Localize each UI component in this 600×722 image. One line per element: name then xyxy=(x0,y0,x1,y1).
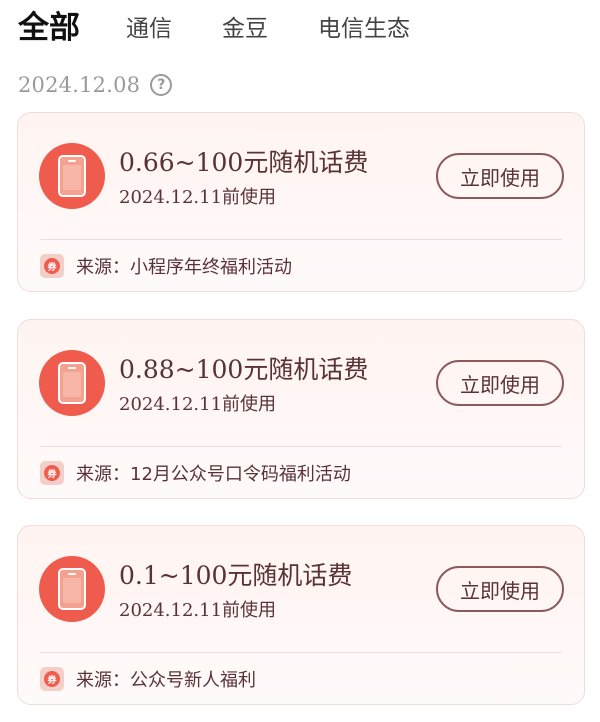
coupon-ticket-icon: 券 xyxy=(40,254,64,278)
coupon-title: 0.1~100元随机话费 xyxy=(119,561,353,590)
tab-telecom-ecosystem[interactable]: 电信生态 xyxy=(318,14,410,44)
card-divider xyxy=(40,652,562,653)
use-now-button[interactable]: 立即使用 xyxy=(436,153,564,199)
coupon-title: 0.66~100元随机话费 xyxy=(119,148,369,177)
card-divider xyxy=(40,446,562,447)
coupon-ticket-icon: 券 xyxy=(40,667,64,691)
phone-icon xyxy=(39,143,105,209)
use-now-button[interactable]: 立即使用 xyxy=(436,360,564,406)
coupon-expiry: 2024.12.11前使用 xyxy=(119,394,277,415)
tab-gold-beans[interactable]: 金豆 xyxy=(222,14,268,44)
tab-all[interactable]: 全部 xyxy=(18,10,80,46)
card-divider xyxy=(40,239,562,240)
phone-icon xyxy=(39,556,105,622)
coupon-source: 券 来源：小程序年终福利活动 xyxy=(40,252,292,280)
coupon-ticket-icon: 券 xyxy=(40,461,64,485)
coupon-expiry: 2024.12.11前使用 xyxy=(119,187,277,208)
coupon-source: 券 来源：12月公众号口令码福利活动 xyxy=(40,459,351,487)
coupon-card: 0.88~100元随机话费 2024.12.11前使用 立即使用 券 来源：12… xyxy=(17,319,585,499)
coupon-source: 券 来源：公众号新人福利 xyxy=(40,665,256,693)
coupon-title: 0.88~100元随机话费 xyxy=(119,355,369,384)
coupon-card: 0.66~100元随机话费 2024.12.11前使用 立即使用 券 来源：小程… xyxy=(17,112,585,292)
coupon-card: 0.1~100元随机话费 2024.12.11前使用 立即使用 券 来源：公众号… xyxy=(17,525,585,705)
category-tabs: 全部 通信 金豆 电信生态 xyxy=(0,0,600,60)
tab-telecom[interactable]: 通信 xyxy=(126,14,172,44)
phone-icon xyxy=(39,350,105,416)
use-now-button[interactable]: 立即使用 xyxy=(436,566,564,612)
date-group-header: 2024.12.08 ? xyxy=(18,70,173,100)
coupon-source-text: 来源：公众号新人福利 xyxy=(76,670,256,691)
coupon-source-text: 来源：12月公众号口令码福利活动 xyxy=(76,464,351,485)
help-icon[interactable]: ? xyxy=(150,74,173,96)
group-date: 2024.12.08 xyxy=(18,73,141,97)
coupon-source-text: 来源：小程序年终福利活动 xyxy=(76,257,292,278)
coupon-expiry: 2024.12.11前使用 xyxy=(119,600,277,621)
